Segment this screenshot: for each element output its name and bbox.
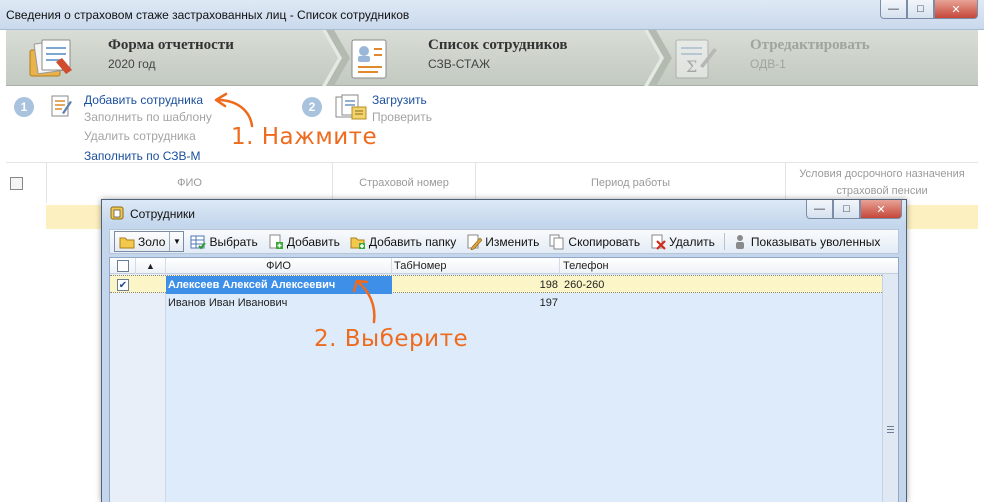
dialog-maximize-button[interactable]: □ — [833, 200, 860, 219]
table-row[interactable]: Иванов Иван Иванович 197 — [110, 294, 898, 312]
header-checkbox-cell — [110, 258, 136, 274]
edit-button[interactable]: Изменить — [462, 231, 543, 252]
column-early-pension-conditions[interactable]: Условия досрочного назначения страховой … — [785, 163, 978, 203]
toolbar-separator — [723, 233, 725, 250]
row-phone[interactable] — [564, 294, 764, 312]
add-button-label: Добавить — [286, 234, 340, 249]
check-link[interactable]: Проверить — [372, 110, 432, 124]
edit-pencil-icon — [466, 234, 483, 250]
actions-panel: 1 Добавить сотрудника Заполнить по шабло… — [6, 87, 978, 163]
dialog-app-icon — [110, 206, 124, 220]
load-link[interactable]: Загрузить — [372, 93, 427, 107]
delete-employee-link[interactable]: Удалить сотрудника — [84, 129, 196, 143]
main-window-title: Сведения о страховом стаже застрахованны… — [6, 8, 410, 22]
vertical-scrollbar[interactable] — [882, 274, 898, 502]
column-fio[interactable]: ФИО — [46, 163, 332, 203]
row-phone[interactable]: 260-260 — [564, 276, 764, 294]
sort-indicator[interactable]: ▲ — [136, 258, 166, 274]
dialog-title: Сотрудники — [130, 207, 195, 221]
row-tab-number[interactable]: 197 — [392, 294, 560, 312]
wizard-steps: Форма отчетности 2020 год Список сотрудн… — [6, 30, 978, 86]
edit-button-label: Изменить — [485, 234, 540, 249]
row-tab-number[interactable]: 198 — [392, 276, 560, 294]
dialog-minimize-button[interactable]: — — [806, 200, 833, 219]
add-folder-icon — [350, 234, 366, 250]
table-row[interactable]: ✔ Алексеев Алексей Алексеевич 198 260-26… — [110, 275, 898, 294]
main-window-titlebar: Сведения о страховом стаже застрахованны… — [0, 0, 984, 30]
employee-card-icon — [351, 39, 387, 79]
maximize-button[interactable]: □ — [907, 0, 934, 19]
fill-by-szvm-link[interactable]: Заполнить по СЗВ-М — [84, 149, 201, 163]
fill-by-template-link[interactable]: Заполнить по шаблону — [84, 110, 212, 124]
load-documents-icon — [335, 94, 367, 120]
step-subtitle: СЗВ-СТАЖ — [428, 57, 491, 71]
main-window-controls: — □ ✕ — [880, 0, 978, 19]
column-header-fio[interactable]: ФИО — [166, 258, 392, 274]
step-number-badge: 1 — [14, 97, 34, 117]
folder-icon — [119, 234, 135, 250]
delete-button-label: Удалить — [669, 234, 715, 249]
row-checkbox-cell: ✔ — [110, 276, 136, 294]
show-fired-label: Показывать уволенных — [750, 234, 881, 249]
step-number-badge: 2 — [302, 97, 322, 117]
row-checkbox-checked[interactable]: ✔ — [117, 279, 129, 291]
delete-icon — [650, 234, 666, 250]
employees-dialog: Сотрудники — □ ✕ Золо ▼ Выбрать Добавить — [101, 199, 907, 502]
annotation-step-2: 2. Выберите — [314, 326, 469, 352]
step-subtitle: 2020 год — [108, 57, 156, 71]
show-fired-toggle[interactable]: Показывать уволенных — [728, 231, 884, 252]
dialog-titlebar: Сотрудники — □ ✕ — [102, 200, 906, 226]
select-grid-icon — [190, 234, 207, 250]
column-header-phone[interactable]: Телефон — [560, 258, 884, 274]
svg-text:Σ: Σ — [686, 57, 697, 76]
grid-header: ▲ ФИО ТабНомер Телефон — [110, 258, 898, 274]
employees-table-header: ФИО Страховой номер Период работы Услови… — [6, 162, 978, 203]
chevron-down-icon[interactable]: ▼ — [169, 232, 183, 251]
add-employee-link[interactable]: Добавить сотрудника — [84, 93, 203, 107]
step-employee-list[interactable]: Список сотрудников СЗВ-СТАЖ — [326, 30, 646, 86]
step-title: Список сотрудников — [428, 37, 568, 53]
person-icon — [732, 234, 748, 250]
add-folder-button[interactable]: Добавить папку — [346, 231, 460, 252]
step-edit[interactable]: Σ Отредактировать ОДВ-1 — [648, 30, 978, 86]
report-stack-icon — [29, 39, 72, 77]
column-header-tab-number[interactable]: ТабНомер — [392, 258, 560, 274]
minimize-button[interactable]: — — [880, 0, 907, 19]
copy-button-label: Скопировать — [568, 234, 641, 249]
select-button-label: Выбрать — [209, 234, 258, 249]
select-button[interactable]: Выбрать — [186, 231, 261, 252]
add-document-icon — [268, 234, 284, 250]
copy-button[interactable]: Скопировать — [545, 231, 644, 252]
step-report-form[interactable]: Форма отчетности 2020 год — [6, 30, 326, 86]
column-work-period[interactable]: Период работы — [475, 163, 785, 203]
add-folder-button-label: Добавить папку — [368, 234, 457, 249]
select-all-checkbox[interactable] — [10, 177, 23, 190]
employees-grid: ▲ ФИО ТабНомер Телефон ✔ Алексеев Алексе… — [109, 257, 899, 502]
header-checkbox[interactable] — [116, 260, 129, 272]
delete-button[interactable]: Удалить — [646, 231, 719, 252]
dialog-controls: — □ ✕ — [806, 200, 902, 219]
annotation-step-1: 1. Нажмите — [231, 124, 378, 150]
annotation-arrow-2 — [352, 279, 376, 324]
close-button[interactable]: ✕ — [934, 0, 978, 19]
step-subtitle: ОДВ-1 — [750, 57, 786, 71]
step-title: Отредактировать — [750, 37, 870, 53]
column-insurance-number[interactable]: Страховой номер — [332, 163, 475, 203]
folder-combo[interactable]: Золо ▼ — [114, 231, 185, 252]
dialog-toolbar: Золо ▼ Выбрать Добавить Добавить папку И… — [109, 229, 899, 254]
folder-combo-value: Золо — [138, 234, 166, 249]
add-employee-icon — [51, 95, 72, 117]
step-title: Форма отчетности — [108, 37, 234, 53]
dialog-close-button[interactable]: ✕ — [860, 200, 902, 219]
edit-document-icon: Σ — [675, 39, 717, 79]
scroll-grip[interactable] — [887, 426, 894, 434]
copy-icon — [549, 234, 565, 250]
add-button[interactable]: Добавить — [264, 231, 344, 252]
